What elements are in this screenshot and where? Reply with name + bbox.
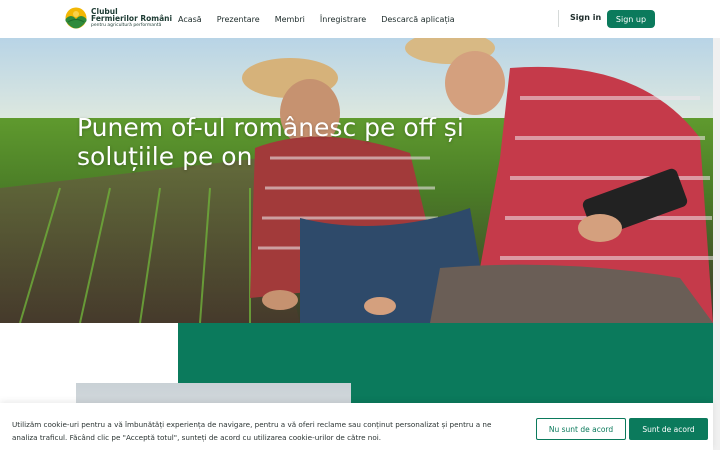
brand-logo[interactable]: Clubul Fermierilor Români pentru agricul… [65, 7, 172, 29]
nav-item-inregistrare[interactable]: Înregistrare [320, 15, 366, 24]
nav-item-acasa[interactable]: Acasă [178, 15, 202, 24]
sign-up-button[interactable]: Sign up [607, 10, 655, 28]
sign-in-link[interactable]: Sign in [570, 13, 601, 22]
cookie-decline-button[interactable]: Nu sunt de acord [536, 418, 626, 440]
cookie-accept-button[interactable]: Sunt de acord [629, 418, 708, 440]
cookie-message: Utilizăm cookie-uri pentru a vă îmbunătă… [12, 420, 492, 442]
brand-tagline: pentru agricultură performantă [91, 22, 162, 28]
page-scrollbar[interactable] [713, 38, 720, 450]
header-divider [558, 10, 559, 27]
hero-title: Punem of-ul românesc pe off și soluțiile… [77, 113, 464, 171]
main-nav: Acasă Prezentare Membri Înregistrare Des… [178, 0, 470, 38]
logo-emblem-icon [65, 7, 87, 29]
nav-item-membri[interactable]: Membri [275, 15, 305, 24]
nav-item-descarca-aplicatia[interactable]: Descarcă aplicația [381, 15, 455, 24]
brand-name-line2: Fermierilor Români [91, 14, 173, 24]
hero-image [0, 38, 713, 323]
site-header: Clubul Fermierilor Români pentru agricul… [0, 0, 720, 38]
nav-item-prezentare[interactable]: Prezentare [217, 15, 260, 24]
